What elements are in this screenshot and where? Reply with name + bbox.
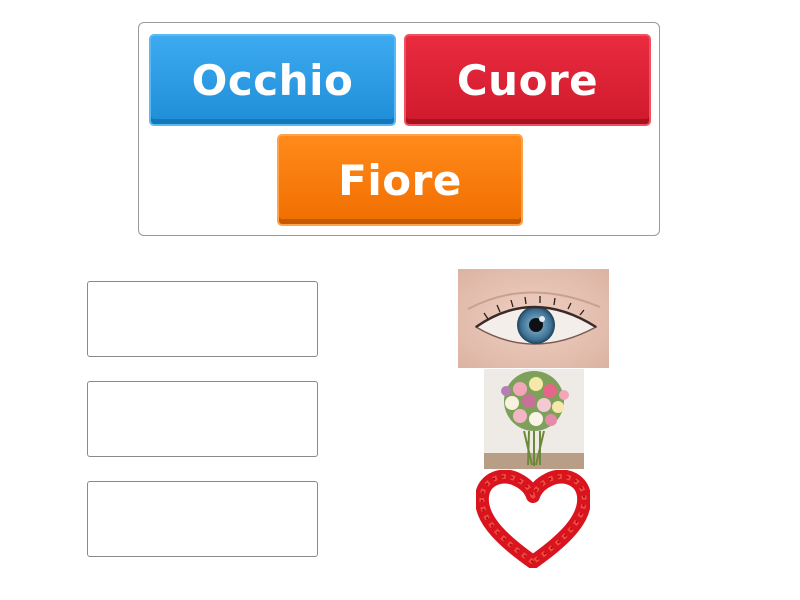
answer-drop-box-3[interactable] [87,481,318,557]
eye-image [458,269,609,368]
answer-drop-box-1[interactable] [87,281,318,357]
word-tile-cuore[interactable]: Cuore [404,34,651,126]
flower-bouquet-image [484,369,584,469]
word-bank: Occhio Cuore Fiore [138,22,660,236]
word-tile-fiore[interactable]: Fiore [277,134,523,226]
matching-activity: Occhio Cuore Fiore [0,0,800,600]
heart-of-petals-image [476,470,590,568]
answer-drop-box-2[interactable] [87,381,318,457]
word-tile-occhio[interactable]: Occhio [149,34,396,126]
